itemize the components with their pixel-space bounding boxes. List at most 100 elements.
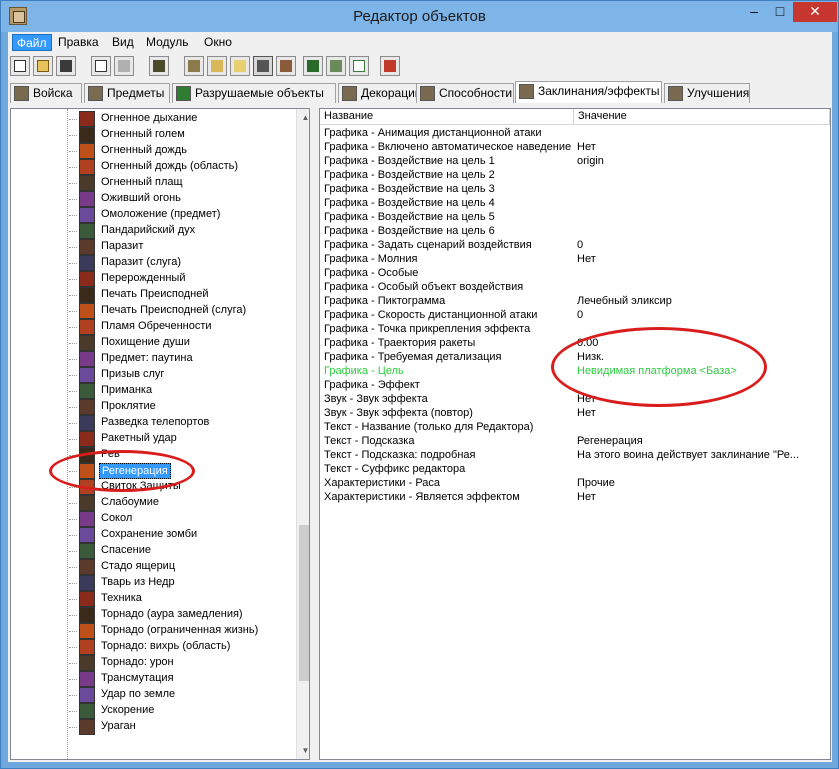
menu-edit[interactable]: Правка (54, 34, 103, 51)
property-row[interactable]: Графика - Задать сценарий воздействия 0 (320, 239, 830, 253)
script-button[interactable] (207, 56, 227, 76)
property-row[interactable]: Графика - Воздействие на цель 2 (320, 169, 830, 183)
minimize-button[interactable]: – (741, 2, 767, 22)
units-button[interactable] (149, 56, 169, 76)
column-header-name[interactable]: Название (320, 109, 574, 125)
tree-item[interactable]: Торнадо (ограниченная жизнь) (69, 623, 289, 639)
tree-item[interactable]: Огненный плащ (69, 175, 289, 191)
tree-item[interactable]: Сохранение зомби (69, 527, 289, 543)
close-button[interactable]: ✕ (793, 2, 837, 22)
tree-item[interactable]: Перерожденный (69, 271, 289, 287)
tree-item[interactable]: Омоложение (предмет) (69, 207, 289, 223)
tree-item[interactable]: Паразит (69, 239, 289, 255)
tree-item[interactable]: Оживший огонь (69, 191, 289, 207)
paste-button[interactable] (114, 56, 134, 76)
property-row[interactable]: Графика - Особые (320, 267, 830, 281)
property-row[interactable]: Графика - Воздействие на цель 3 (320, 183, 830, 197)
property-row[interactable]: Характеристики - Раса Прочие (320, 477, 830, 491)
title-bar[interactable]: Редактор объектов – □ ✕ (1, 1, 838, 32)
test-map-button[interactable] (380, 56, 400, 76)
terrain-button[interactable] (184, 56, 204, 76)
tree-item[interactable]: Разведка телепортов (69, 415, 289, 431)
tree-item[interactable]: Торнадо (аура замедления) (69, 607, 289, 623)
property-row[interactable]: Графика - Воздействие на цель 4 (320, 197, 830, 211)
save-button[interactable] (56, 56, 76, 76)
tree-item[interactable]: Торнадо: вихрь (область) (69, 639, 289, 655)
property-row[interactable]: Графика - Анимация дистанционной атаки (320, 127, 830, 141)
tab-upgrades[interactable]: Улучшения (664, 83, 750, 103)
property-row[interactable]: Текст - Подсказка: подробная На этого вои… (320, 449, 830, 463)
scroll-up-arrow[interactable]: ▲ (297, 109, 309, 126)
property-row[interactable]: Графика - Особый объект воздействия (320, 281, 830, 295)
property-row[interactable]: Графика - Воздействие на цель 5 (320, 211, 830, 225)
tool-button[interactable] (326, 56, 346, 76)
tree-item[interactable]: Тварь из Недр (69, 575, 289, 591)
menu-view[interactable]: Вид (108, 34, 138, 51)
property-row[interactable]: Графика - Молния Нет (320, 253, 830, 267)
property-row[interactable]: Текст - Суффикс редактора (320, 463, 830, 477)
menu-module[interactable]: Модуль (142, 34, 193, 51)
object-tree[interactable]: Огненное дыхание Огненный голем Огненный д… (11, 109, 296, 759)
tree-item[interactable]: Проклятие (69, 399, 289, 415)
column-header-value[interactable]: Значение (574, 109, 830, 125)
property-row[interactable]: Графика - Скорость дистанционной атаки 0 (320, 309, 830, 323)
tree-item[interactable]: Сокол (69, 511, 289, 527)
new-button[interactable] (10, 56, 30, 76)
scroll-thumb[interactable] (299, 525, 309, 681)
property-row[interactable]: Графика - Пиктограмма Лечебный эликсир (320, 295, 830, 309)
menu-file[interactable]: Файл (12, 34, 52, 51)
tree-item[interactable]: Огненный голем (69, 127, 289, 143)
add-button[interactable] (349, 56, 369, 76)
menu-window[interactable]: Окно (200, 34, 236, 51)
tree-item[interactable]: Спасение (69, 543, 289, 559)
tab-units[interactable]: Войска (10, 83, 82, 103)
property-row[interactable]: Звук - Звук эффекта Нет (320, 393, 830, 407)
tab-abilities[interactable]: Способности (416, 83, 514, 103)
tree-item[interactable]: Техника (69, 591, 289, 607)
tree-scrollbar[interactable]: ▲ ▼ (296, 109, 309, 759)
property-row[interactable]: Графика - Включено автоматическое наведе… (320, 141, 830, 155)
property-row[interactable]: Текст - Название (только для Редактора) (320, 421, 830, 435)
open-button[interactable] (33, 56, 53, 76)
property-row[interactable]: Графика - Точка прикрепления эффекта (320, 323, 830, 337)
tab-buffs[interactable]: Заклинания/эффекты (515, 81, 662, 103)
tree-item[interactable]: Ракетный удар (69, 431, 289, 447)
maximize-button[interactable]: □ (767, 2, 793, 22)
tree-item[interactable]: Пламя Обреченности (69, 319, 289, 335)
property-row[interactable]: Графика - Воздействие на цель 6 (320, 225, 830, 239)
tree-item-label: Слабоумие (101, 496, 159, 508)
tree-item[interactable]: Печать Преисподней (69, 287, 289, 303)
tree-item[interactable]: Огненное дыхание (69, 111, 289, 127)
property-row[interactable]: Характеристики - Является эффектом Нет (320, 491, 830, 505)
buff-icon (79, 239, 95, 255)
tree-item[interactable]: Стадо ящериц (69, 559, 289, 575)
property-row[interactable]: Звук - Звук эффекта (повтор) Нет (320, 407, 830, 421)
copy-button[interactable] (91, 56, 111, 76)
import-button[interactable] (276, 56, 296, 76)
tree-item[interactable]: Ускорение (69, 703, 289, 719)
tree-item[interactable]: Ураган (69, 719, 289, 735)
tree-item[interactable]: Трансмутация (69, 671, 289, 687)
scroll-down-arrow[interactable]: ▼ (297, 742, 309, 759)
tree-item[interactable]: Похищение души (69, 335, 289, 351)
tree-item[interactable]: Паразит (слуга) (69, 255, 289, 271)
tree-item[interactable]: Приманка (69, 383, 289, 399)
tree-item[interactable]: Печать Преисподней (слуга) (69, 303, 289, 319)
tree-item[interactable]: Призыв слуг (69, 367, 289, 383)
tab-items[interactable]: Предметы (84, 83, 170, 103)
tree-item[interactable]: Торнадо: урон (69, 655, 289, 671)
property-value: Прочие (577, 477, 615, 489)
object-editor-button[interactable] (253, 56, 273, 76)
tree-item[interactable]: Слабоумие (69, 495, 289, 511)
property-row[interactable]: Текст - Подсказка Регенерация (320, 435, 830, 449)
tree-item[interactable]: Огненный дождь (область) (69, 159, 289, 175)
property-row[interactable]: Графика - Воздействие на цель 1 origin (320, 155, 830, 169)
tree-item[interactable]: Удар по земле (69, 687, 289, 703)
tab-destructibles[interactable]: Разрушаемые объекты (172, 83, 336, 103)
tree-item[interactable]: Огненный дождь (69, 143, 289, 159)
sound-button[interactable] (230, 56, 250, 76)
tree-item[interactable]: Предмет: паутина (69, 351, 289, 367)
buff-icon (79, 527, 95, 543)
trigger-button[interactable] (303, 56, 323, 76)
tree-item[interactable]: Пандарийский дух (69, 223, 289, 239)
